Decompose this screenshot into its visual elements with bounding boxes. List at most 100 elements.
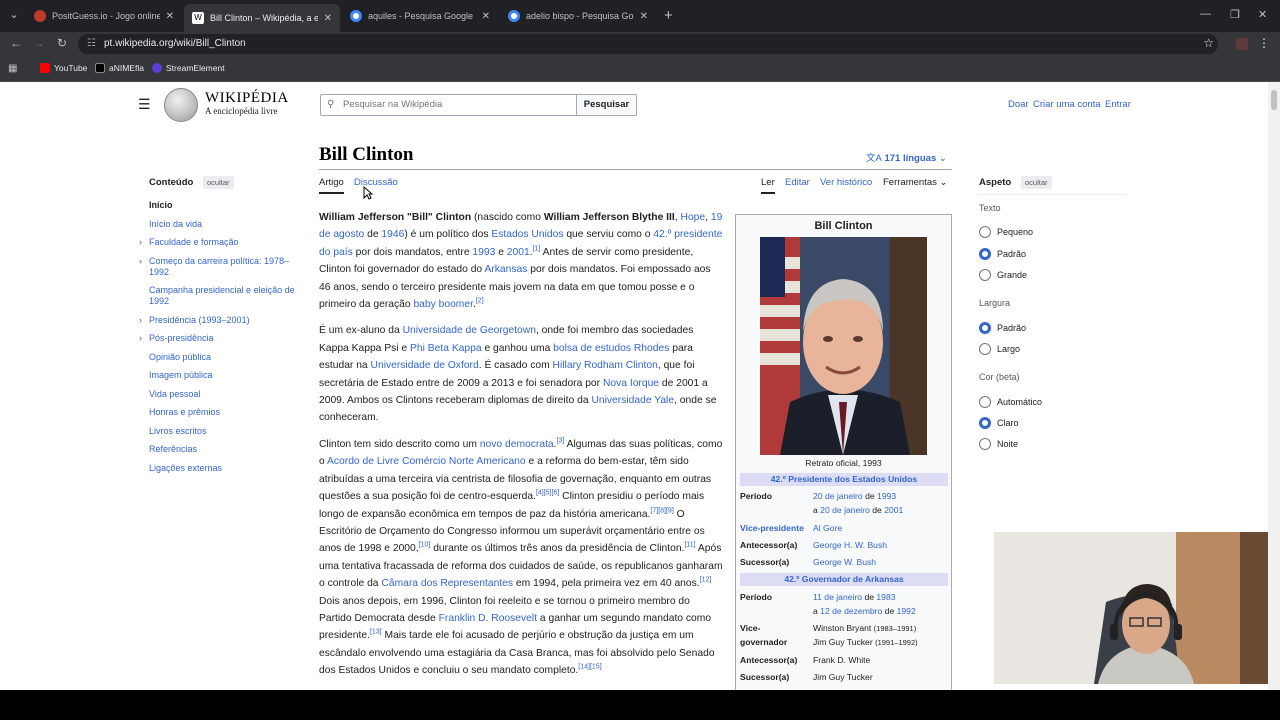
office-header-governor[interactable]: 42.º Governador de Arkansas [740, 573, 948, 586]
radio-text-standard[interactable]: Padrão [979, 248, 1026, 260]
link[interactable]: Universidade de Georgetown [403, 325, 536, 336]
tab-discussion[interactable]: Discussão [354, 177, 398, 188]
tab-search-icon[interactable]: ⌄ [6, 7, 22, 23]
link[interactable]: bolsa de estudos Rhodes [553, 343, 669, 354]
search-input[interactable]: ⚲ Pesquisar na Wikipédia [320, 94, 577, 116]
link[interactable]: 11 de janeiro [813, 592, 862, 602]
chevron-right-icon[interactable]: › [139, 256, 142, 267]
forward-arrow-icon[interactable]: → [33, 36, 45, 50]
profile-avatar-icon[interactable] [1236, 38, 1248, 50]
languages-button[interactable]: 文A 171 línguas ⌄ [866, 150, 947, 164]
link[interactable]: 2001 [884, 505, 903, 515]
tab-read[interactable]: Ler [761, 177, 775, 194]
link[interactable]: 1993 [877, 491, 896, 501]
page-scrollbar[interactable] [1268, 82, 1280, 690]
toc-item[interactable]: › Começo da carreira política: 1978–1992 [139, 256, 300, 278]
close-tab-icon[interactable]: ✕ [482, 11, 490, 22]
toc-item[interactable]: Honras e prêmios [140, 407, 300, 418]
tab-edit[interactable]: Editar [785, 177, 810, 188]
main-menu-icon[interactable]: ☰ [138, 96, 151, 113]
radio-color-auto[interactable]: Automático [979, 396, 1042, 408]
browser-tab[interactable]: aquiles - Pesquisa Google ✕ [342, 4, 498, 28]
link[interactable]: Al Gore [813, 521, 842, 535]
link[interactable]: Acordo de Livre Comércio Norte Americano [327, 456, 526, 467]
link[interactable]: 1992 [897, 606, 916, 616]
radio-color-light[interactable]: Claro [979, 417, 1019, 429]
link[interactable]: Nova Iorque [603, 378, 659, 389]
link[interactable]: Phi Beta Kappa [410, 343, 482, 354]
link[interactable]: 12 de dezembro [820, 606, 882, 616]
radio-width-standard[interactable]: Padrão [979, 322, 1026, 334]
bookmark-animefla[interactable]: aNIMEfla [95, 63, 144, 73]
radio-circle[interactable] [979, 343, 991, 355]
donate-link[interactable]: Doar [1008, 99, 1029, 110]
bookmark-streamelement[interactable]: StreamElement [152, 63, 225, 73]
radio-text-large[interactable]: Grande [979, 269, 1027, 281]
toc-hide-button[interactable]: ocultar [203, 176, 234, 189]
link[interactable]: novo democrata [480, 439, 554, 450]
appearance-hide-button[interactable]: ocultar [1021, 176, 1052, 189]
toc-item[interactable]: Referências [140, 444, 300, 455]
toc-item[interactable]: Campanha presidencial e eleição de 1992 [140, 285, 300, 307]
link[interactable]: Arkansas [484, 264, 527, 275]
close-tab-icon[interactable]: ✕ [324, 13, 332, 24]
portrait-photo[interactable] [760, 237, 927, 455]
link[interactable]: George W. Bush [813, 555, 876, 569]
tools-menu[interactable]: Ferramentas ⌄ [883, 177, 947, 188]
link[interactable]: baby boomer [413, 299, 473, 310]
radio-circle[interactable] [979, 248, 991, 260]
chevron-right-icon[interactable]: › [139, 315, 142, 326]
link[interactable]: 1946 [381, 229, 404, 240]
link[interactable]: 1983 [876, 592, 895, 602]
reload-icon[interactable]: ↻ [57, 36, 67, 50]
apps-grid-icon[interactable]: ▦ [8, 63, 17, 74]
bookmark-youtube[interactable]: YouTube [40, 63, 87, 73]
new-tab-icon[interactable]: + [664, 7, 673, 24]
link[interactable]: 20 de janeiro [820, 505, 870, 515]
link[interactable]: Hillary Rodham Clinton [553, 360, 658, 371]
link[interactable]: 20 de janeiro [813, 491, 863, 501]
close-tab-icon[interactable]: ✕ [640, 11, 648, 22]
create-account-link[interactable]: Criar uma conta [1033, 99, 1101, 110]
site-info-icon[interactable]: ☷ [87, 34, 96, 54]
wikipedia-globe-logo[interactable] [164, 88, 198, 122]
link[interactable]: Câmara dos Representantes [381, 578, 513, 589]
radio-circle[interactable] [979, 269, 991, 281]
radio-text-small[interactable]: Pequeno [979, 226, 1033, 238]
infobox-label[interactable]: Vice-presidente [740, 521, 804, 535]
toc-item[interactable]: Ligações externas [140, 463, 300, 474]
chevron-right-icon[interactable]: › [139, 237, 142, 248]
radio-circle[interactable] [979, 226, 991, 238]
maximize-icon[interactable]: ❐ [1230, 8, 1240, 21]
browser-tab[interactable]: PositGuess.io - Jogo online m... ✕ [26, 4, 182, 28]
toc-item[interactable]: Vida pessoal [140, 389, 300, 400]
toc-item[interactable]: Imagem pública [140, 370, 300, 381]
toc-item[interactable]: Opinião pública [140, 352, 300, 363]
tab-history[interactable]: Ver histórico [820, 177, 872, 188]
link[interactable]: 2001 [507, 247, 530, 258]
search-button[interactable]: Pesquisar [576, 94, 637, 116]
toc-item[interactable]: Início da vida [140, 219, 300, 230]
link[interactable]: Franklin D. Roosevelt [439, 613, 537, 624]
radio-width-wide[interactable]: Largo [979, 343, 1020, 355]
wikipedia-wordmark[interactable]: WIKIPÉDIA [205, 90, 289, 107]
radio-circle[interactable] [979, 396, 991, 408]
close-window-icon[interactable]: ✕ [1258, 8, 1267, 21]
tab-article[interactable]: Artigo [319, 177, 344, 194]
browser-tab-active[interactable]: W Bill Clinton – Wikipédia, a encic ✕ [184, 4, 340, 32]
chevron-right-icon[interactable]: › [139, 333, 142, 344]
link[interactable]: 1993 [472, 247, 495, 258]
scrollbar-thumb[interactable] [1271, 90, 1277, 110]
link[interactable]: Universidade de Oxford [371, 360, 479, 371]
toc-item[interactable]: Livros escritos [140, 426, 300, 437]
link[interactable]: George H. W. Bush [813, 538, 887, 552]
radio-circle[interactable] [979, 322, 991, 334]
browser-tab[interactable]: adelio bispo - Pesquisa Google ✕ [500, 4, 656, 28]
toc-item[interactable]: › Presidência (1993–2001) [139, 315, 300, 326]
radio-circle[interactable] [979, 417, 991, 429]
close-tab-icon[interactable]: ✕ [166, 11, 174, 22]
link[interactable]: Estados Unidos [491, 229, 563, 240]
browser-menu-icon[interactable]: ⋮ [1258, 36, 1270, 50]
login-link[interactable]: Entrar [1105, 99, 1131, 110]
link[interactable]: Hope [681, 212, 706, 223]
